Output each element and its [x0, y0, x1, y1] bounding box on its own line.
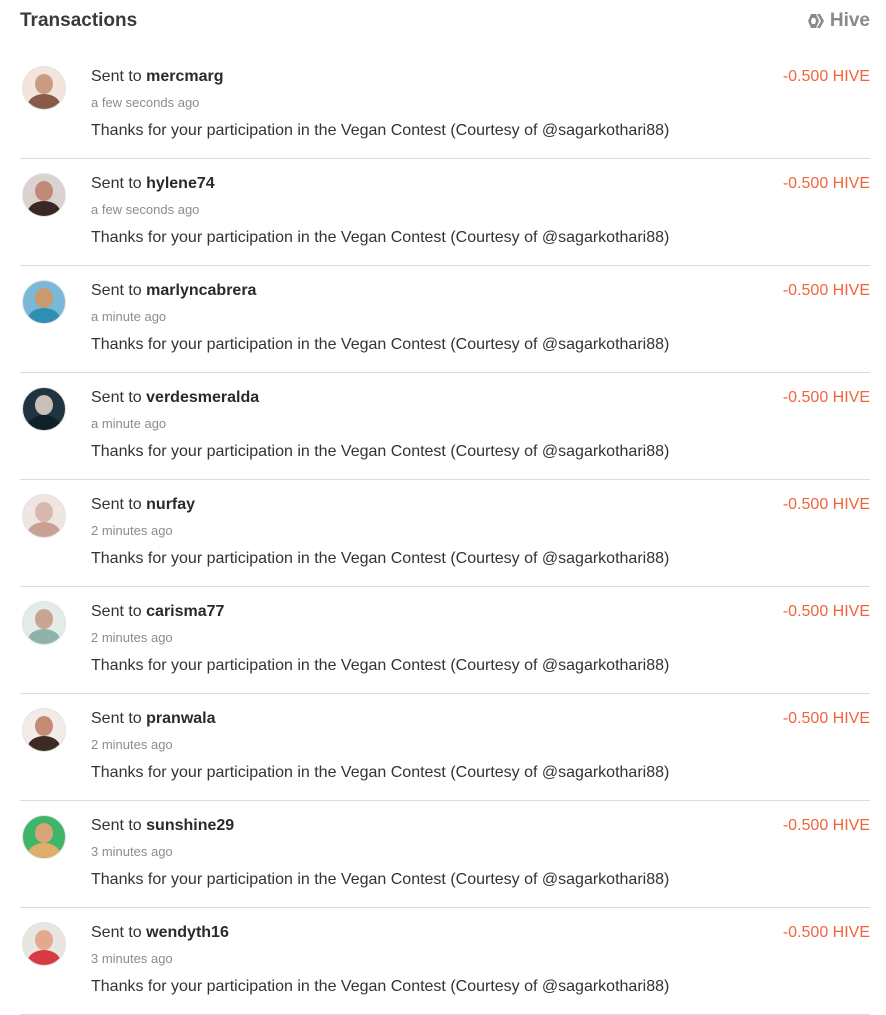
transaction-list: Sent to mercmarg a few seconds ago Thanks … — [20, 52, 870, 1015]
sent-to-label: Sent to — [91, 817, 142, 834]
avatar[interactable] — [22, 387, 66, 431]
avatar-shoulders — [28, 950, 60, 965]
transaction-time: 2 minutes ago — [91, 523, 173, 538]
transaction-memo: Thanks for your participation in the Veg… — [91, 657, 670, 674]
transaction-memo: Thanks for your participation in the Veg… — [91, 550, 670, 567]
transaction-time: 2 minutes ago — [91, 737, 173, 752]
avatar-face — [35, 502, 53, 522]
transaction-recipient: Sent to mercmarg — [91, 68, 224, 86]
avatar-face — [35, 395, 53, 415]
recipient-username[interactable]: marlyncabrera — [146, 282, 256, 299]
avatar[interactable] — [22, 66, 66, 110]
sent-to-label: Sent to — [91, 68, 142, 85]
avatar-shoulders — [28, 94, 60, 109]
sent-to-label: Sent to — [91, 710, 142, 727]
transaction-row[interactable]: Sent to sunshine29 3 minutes ago Thanks fo… — [20, 801, 870, 908]
avatar-shoulders — [28, 308, 60, 323]
transaction-row[interactable]: Sent to hylene74 a few seconds ago Thanks … — [20, 159, 870, 266]
transaction-amount: -0.500 HIVE — [782, 817, 870, 834]
transaction-memo: Thanks for your participation in the Veg… — [91, 871, 670, 888]
transaction-recipient: Sent to marlyncabrera — [91, 282, 256, 300]
transaction-row[interactable]: Sent to mercmarg a few seconds ago Thanks … — [20, 52, 870, 159]
transaction-amount: -0.500 HIVE — [782, 496, 870, 513]
transaction-amount: -0.500 HIVE — [782, 282, 870, 299]
transaction-time: a few seconds ago — [91, 202, 200, 217]
transaction-row[interactable]: Sent to carisma77 2 minutes ago Thanks for… — [20, 587, 870, 694]
transaction-memo: Thanks for your participation in the Veg… — [91, 122, 670, 139]
transaction-memo: Thanks for your participation in the Veg… — [91, 336, 670, 353]
transaction-amount: -0.500 HIVE — [782, 710, 870, 727]
avatar[interactable] — [22, 922, 66, 966]
avatar-shoulders — [28, 415, 60, 430]
transaction-recipient: Sent to sunshine29 — [91, 817, 234, 835]
transaction-recipient: Sent to wendyth16 — [91, 924, 229, 942]
recipient-username[interactable]: pranwala — [146, 710, 215, 727]
avatar[interactable] — [22, 494, 66, 538]
recipient-username[interactable]: verdesmeralda — [146, 389, 259, 406]
recipient-username[interactable]: hylene74 — [146, 175, 214, 192]
transaction-memo: Thanks for your participation in the Veg… — [91, 229, 670, 246]
recipient-username[interactable]: sunshine29 — [146, 817, 234, 834]
transaction-memo: Thanks for your participation in the Veg… — [91, 443, 670, 460]
avatar-face — [35, 288, 53, 308]
recipient-username[interactable]: nurfay — [146, 496, 195, 513]
recipient-username[interactable]: carisma77 — [146, 603, 224, 620]
transactions-header: Transactions Hive — [20, 8, 870, 38]
avatar[interactable] — [22, 173, 66, 217]
transaction-time: a few seconds ago — [91, 95, 200, 110]
avatar[interactable] — [22, 708, 66, 752]
transaction-row[interactable]: Sent to pranwala 2 minutes ago Thanks for … — [20, 694, 870, 801]
transaction-amount: -0.500 HIVE — [782, 175, 870, 192]
avatar-face — [35, 716, 53, 736]
transaction-time: a minute ago — [91, 309, 167, 324]
transaction-amount: -0.500 HIVE — [782, 389, 870, 406]
avatar-shoulders — [28, 629, 60, 644]
avatar-face — [35, 823, 53, 843]
sent-to-label: Sent to — [91, 496, 142, 513]
transaction-amount: -0.500 HIVE — [782, 924, 870, 941]
transaction-row[interactable]: Sent to wendyth16 3 minutes ago Thanks for… — [20, 908, 870, 1015]
transaction-row[interactable]: Sent to nurfay 2 minutes ago Thanks for yo… — [20, 480, 870, 587]
avatar[interactable] — [22, 601, 66, 645]
avatar-shoulders — [28, 736, 60, 751]
sent-to-label: Sent to — [91, 175, 142, 192]
transaction-recipient: Sent to hylene74 — [91, 175, 215, 193]
transaction-time: 2 minutes ago — [91, 630, 173, 645]
transaction-time: a minute ago — [91, 416, 167, 431]
chain-label: Hive — [829, 10, 870, 31]
avatar-face — [35, 181, 53, 201]
avatar-face — [35, 609, 53, 629]
avatar-face — [35, 930, 53, 950]
sent-to-label: Sent to — [91, 389, 142, 406]
transaction-recipient: Sent to pranwala — [91, 710, 216, 728]
transaction-amount: -0.500 HIVE — [782, 603, 870, 620]
avatar-shoulders — [28, 201, 60, 216]
transaction-row[interactable]: Sent to marlyncabrera a minute ago Thanks … — [20, 266, 870, 373]
transaction-recipient: Sent to verdesmeralda — [91, 389, 259, 407]
transaction-row[interactable]: Sent to verdesmeralda a minute ago Thanks … — [20, 373, 870, 480]
sent-to-label: Sent to — [91, 603, 142, 620]
transaction-recipient: Sent to nurfay — [91, 496, 195, 514]
avatar[interactable] — [22, 815, 66, 859]
transaction-recipient: Sent to carisma77 — [91, 603, 224, 621]
transaction-memo: Thanks for your participation in the Veg… — [91, 978, 670, 995]
hive-logo-icon — [807, 13, 825, 29]
transaction-memo: Thanks for your participation in the Veg… — [91, 764, 670, 781]
recipient-username[interactable]: wendyth16 — [146, 924, 229, 941]
avatar[interactable] — [22, 280, 66, 324]
recipient-username[interactable]: mercmarg — [146, 68, 223, 85]
transaction-time: 3 minutes ago — [91, 951, 173, 966]
avatar-face — [35, 74, 53, 94]
avatar-shoulders — [28, 522, 60, 537]
transaction-time: 3 minutes ago — [91, 844, 173, 859]
avatar-shoulders — [28, 843, 60, 858]
chain-selector[interactable]: Hive — [807, 10, 870, 32]
page-title: Transactions — [20, 10, 138, 31]
sent-to-label: Sent to — [91, 282, 142, 299]
sent-to-label: Sent to — [91, 924, 142, 941]
transaction-amount: -0.500 HIVE — [782, 68, 870, 85]
